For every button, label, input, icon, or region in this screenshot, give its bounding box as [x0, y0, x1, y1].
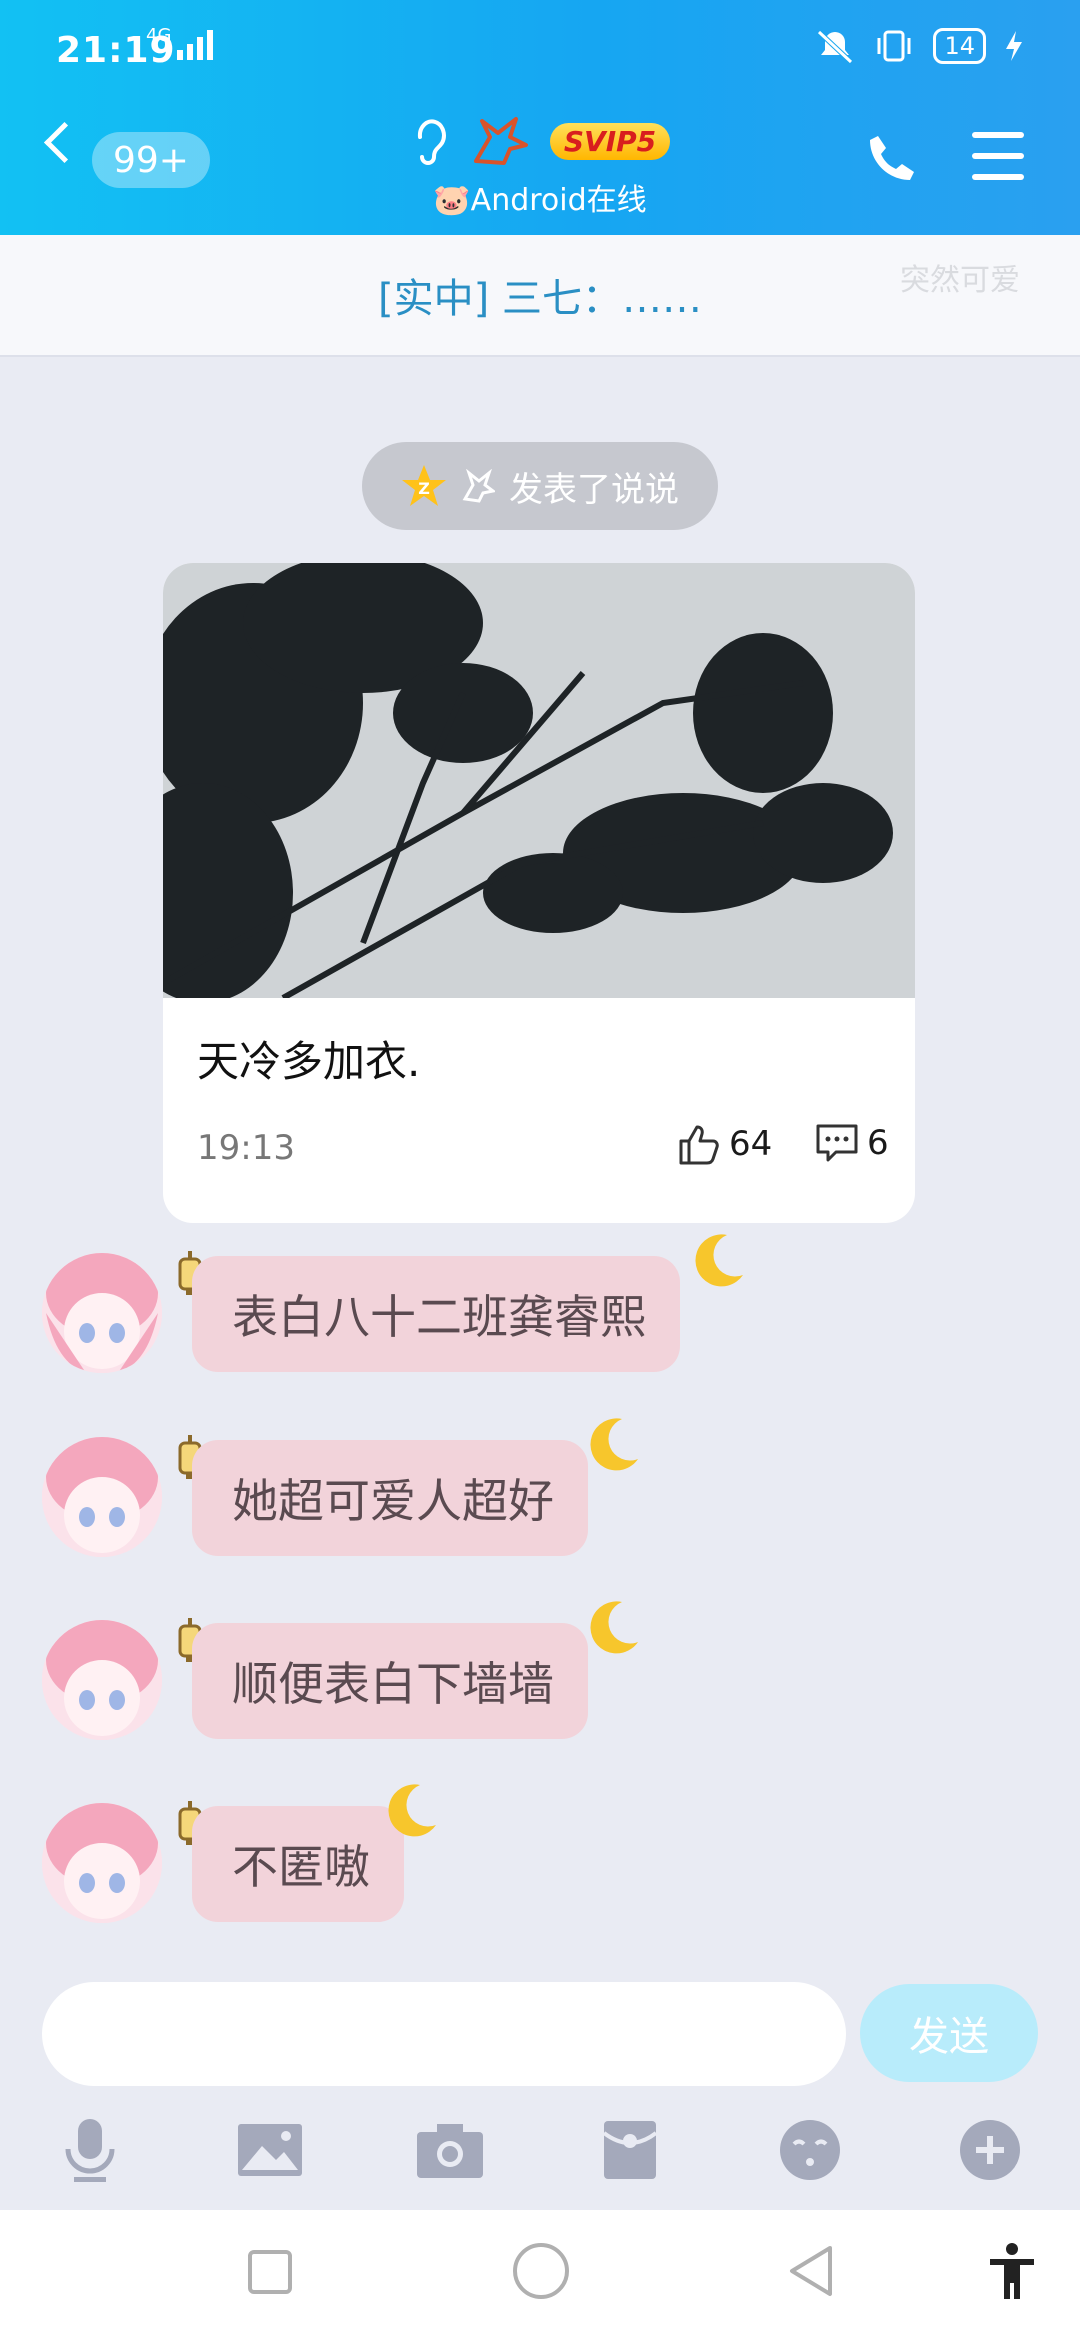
status-icons: 14	[815, 28, 1024, 64]
moon-icon	[590, 1418, 638, 1471]
signal-bars-icon	[177, 30, 214, 60]
group-notice[interactable]: [实中] 三七：…… 突然可爱	[0, 235, 1080, 357]
moon-icon	[695, 1234, 743, 1287]
red-packet-icon	[602, 2121, 658, 2179]
avatar[interactable]	[42, 1620, 162, 1740]
send-button[interactable]: 发送	[860, 1984, 1038, 2082]
charging-icon	[1006, 31, 1022, 61]
recent-apps-icon[interactable]	[246, 2248, 294, 2296]
menu-icon[interactable]	[972, 132, 1024, 195]
accessibility-icon[interactable]	[986, 2242, 1038, 2302]
unicorn-small-icon	[462, 469, 495, 503]
ear-icon	[417, 119, 446, 165]
thumbs-up-icon	[679, 1125, 719, 1165]
comment-button[interactable]: 6	[815, 1123, 889, 1163]
vibrate-icon	[877, 30, 911, 62]
post-card[interactable]: 天冷多加衣. 19:13 64 6	[163, 563, 915, 1223]
message-text: 表白八十二班龚睿熙	[232, 1290, 646, 1344]
camera-icon	[417, 2124, 483, 2178]
message-row: 顺便表白下墙墙	[42, 1601, 842, 1745]
mic-button[interactable]	[48, 2108, 132, 2192]
signal-indicator: 4G	[140, 25, 214, 60]
emoji-button[interactable]	[768, 2108, 852, 2192]
like-count: 64	[729, 1124, 773, 1164]
emoji-icon	[780, 2120, 840, 2180]
comment-icon	[816, 1124, 858, 1162]
phone-icon[interactable]	[864, 130, 920, 186]
message-text: 不匿嗷	[232, 1840, 370, 1894]
post-time: 19:13	[197, 1128, 295, 1168]
comment-count: 6	[867, 1123, 889, 1163]
notice-watermark: 突然可爱	[900, 263, 1020, 298]
message-input[interactable]	[42, 1982, 846, 2086]
message-bubble[interactable]: 顺便表白下墙墙	[192, 1623, 588, 1739]
moon-icon	[590, 1601, 638, 1654]
avatar[interactable]	[42, 1437, 162, 1557]
message-bubble[interactable]: 她超可爱人超好	[192, 1440, 588, 1556]
red-packet-button[interactable]	[588, 2108, 672, 2192]
plus-button[interactable]	[948, 2108, 1032, 2192]
mute-icon	[817, 30, 854, 64]
message-text: 她超可爱人超好	[232, 1474, 554, 1528]
input-toolbar	[0, 2108, 1080, 2192]
home-icon[interactable]	[512, 2242, 570, 2300]
back-nav-icon[interactable]	[786, 2244, 836, 2298]
chat-header: 21:19 4G 14 99+ SVIP5 🐷Android在线	[0, 0, 1080, 235]
navigation-bar	[0, 2210, 1080, 2340]
message-row: 不匿嗷	[42, 1784, 842, 1928]
qzone-star-icon: Z	[402, 465, 446, 506]
unicorn-icon	[473, 117, 528, 165]
message-bubble[interactable]: 表白八十二班龚睿熙	[192, 1256, 680, 1372]
image-icon	[238, 2124, 302, 2176]
battery-icon: 14	[933, 28, 986, 64]
feed-notice[interactable]: Z 发表了说说	[362, 442, 718, 530]
mic-icon	[65, 2119, 115, 2182]
post-text: 天冷多加衣.	[197, 1037, 421, 1086]
message-row: 她超可爱人超好	[42, 1418, 842, 1562]
notice-text: [实中] 三七：……	[378, 276, 702, 322]
vip-badge: SVIP5	[549, 122, 671, 160]
avatar[interactable]	[42, 1253, 162, 1373]
post-photo[interactable]	[163, 563, 915, 998]
feed-notice-text: 发表了说说	[509, 469, 679, 510]
plus-icon	[960, 2120, 1020, 2180]
moon-icon	[388, 1784, 436, 1837]
network-type: 4G	[146, 25, 172, 46]
message-text: 顺便表白下墙墙	[232, 1657, 554, 1711]
camera-button[interactable]	[408, 2108, 492, 2192]
like-button[interactable]: 64	[677, 1123, 772, 1165]
image-button[interactable]	[228, 2108, 312, 2192]
message-bubble[interactable]: 不匿嗷	[192, 1806, 404, 1922]
avatar[interactable]	[42, 1803, 162, 1923]
battery-level: 14	[944, 32, 975, 60]
svg-text:Z: Z	[418, 479, 430, 498]
message-row: 表白八十二班龚睿熙	[42, 1234, 842, 1378]
